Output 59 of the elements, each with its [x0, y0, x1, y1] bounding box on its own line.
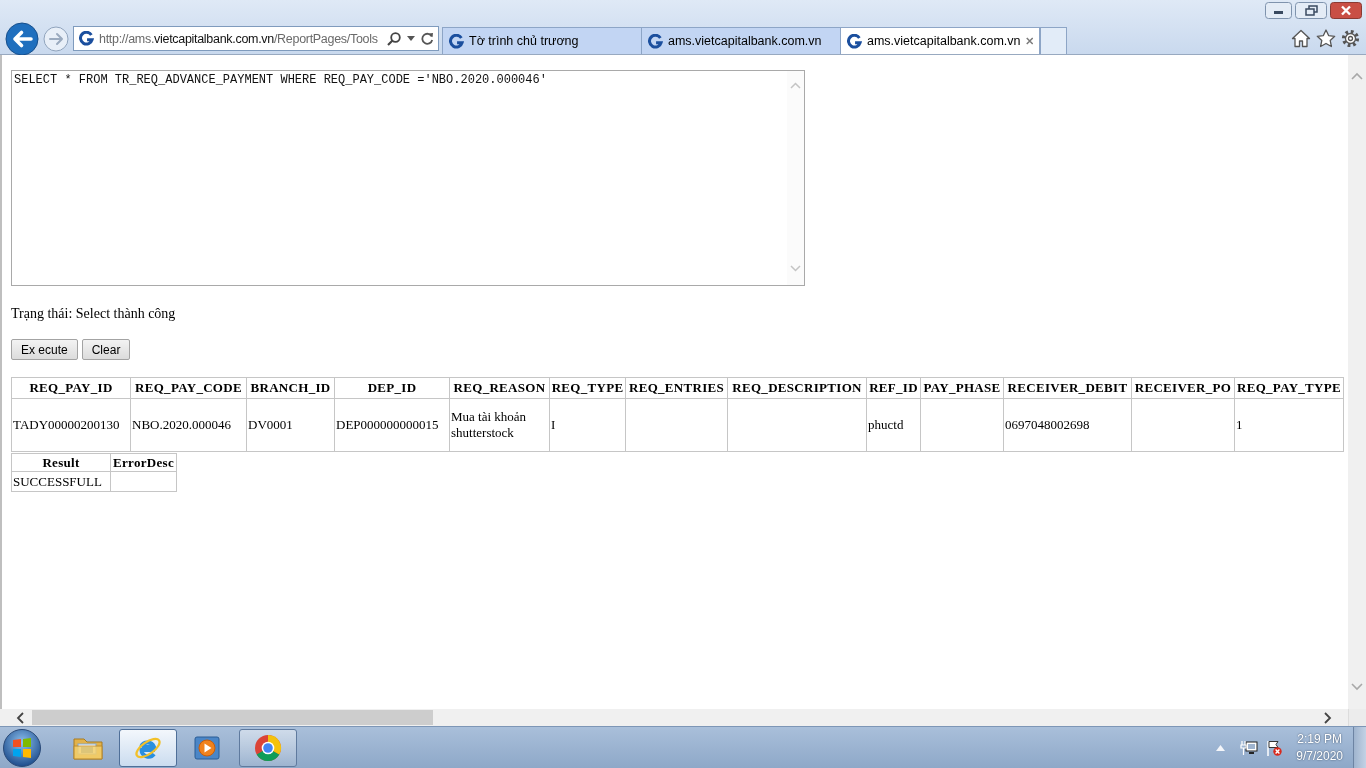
- restore-icon[interactable]: [1295, 2, 1327, 19]
- show-desktop-button[interactable]: [1353, 727, 1366, 768]
- g-logo-icon: [847, 33, 862, 49]
- network-icon[interactable]: [1240, 739, 1259, 756]
- g-logo-icon: [449, 33, 464, 49]
- close-icon[interactable]: [1330, 2, 1362, 19]
- minimize-icon[interactable]: [1265, 2, 1292, 19]
- table-cell: TADY00000200130: [13, 417, 120, 433]
- settings-gear-icon[interactable]: [1341, 29, 1360, 48]
- start-orb-icon[interactable]: [2, 727, 42, 768]
- column-header: REQ_REASON: [453, 380, 546, 396]
- address-field[interactable]: http://ams.vietcapitalbank.com.vn/ReportPages/Tools: [73, 26, 439, 51]
- play-icon[interactable]: [194, 733, 222, 762]
- table-cell: 1: [1236, 417, 1243, 433]
- execute-button[interactable]: Ex ecute: [11, 339, 78, 360]
- flag-error-icon[interactable]: [1266, 739, 1283, 756]
- browser-tab[interactable]: ams.vietcapitalbank.com.vn: [641, 27, 841, 54]
- taskbar-button[interactable]: [119, 728, 177, 767]
- table-cell: NBO.2020.000046: [132, 417, 231, 433]
- taskbar-button[interactable]: [239, 728, 297, 767]
- column-header: RECEIVER_DEBIT: [1007, 380, 1128, 396]
- ring-logo-icon: [253, 732, 283, 763]
- column-header: DEP_ID: [367, 380, 417, 396]
- table-cell: I: [551, 417, 556, 433]
- star-icon[interactable]: [1316, 29, 1336, 48]
- column-header: Result: [42, 454, 80, 471]
- column-header: ErrorDesc: [113, 454, 174, 471]
- column-header: REQ_PAY_TYPE: [1237, 380, 1341, 396]
- column-header: REQ_TYPE: [551, 380, 624, 396]
- column-header: REQ_DESCRIPTION: [732, 380, 862, 396]
- column-header: REQ_PAY_ID: [29, 380, 113, 396]
- column-header: BRANCH_ID: [250, 380, 331, 396]
- scrollbar-thumb[interactable]: [32, 710, 433, 725]
- table-cell: 0697048002698: [1005, 417, 1090, 433]
- horizontal-scrollbar[interactable]: [0, 709, 1348, 726]
- chevron-right-icon[interactable]: [1324, 711, 1332, 724]
- column-header: REF_ID: [869, 380, 918, 396]
- table-cell: DV0001: [248, 417, 293, 433]
- table-cell: SUCCESSFULL: [13, 473, 102, 490]
- chevron-left-icon[interactable]: [16, 711, 24, 724]
- column-header: PAY_PHASE: [923, 380, 1001, 396]
- g-logo-icon: [79, 31, 94, 46]
- refresh-icon[interactable]: [421, 32, 434, 45]
- browser-tab[interactable]: ams.vietcapitalbank.com.vn: [840, 27, 1040, 54]
- search-icon[interactable]: [387, 31, 401, 46]
- column-header: RECEIVER_PO: [1134, 380, 1232, 396]
- table-cell-text: Mua tài khoản shutterstock: [451, 409, 528, 441]
- table-cell: DEP000000000015: [336, 417, 439, 433]
- status-text: Trạng thái: Select thành công: [11, 306, 176, 322]
- caret-icon[interactable]: [407, 36, 415, 41]
- browser-tab[interactable]: Tờ trình chủ trương: [442, 27, 642, 54]
- table-cell: phuctd: [868, 417, 904, 433]
- g-logo-icon: [648, 33, 663, 49]
- column-header: REQ_PAY_CODE: [135, 380, 242, 396]
- scrollbar-corner: [1348, 709, 1366, 726]
- close-icon[interactable]: [1025, 36, 1033, 46]
- column-header: REQ_ENTRIES: [628, 380, 725, 396]
- clear-button[interactable]: Clear: [81, 339, 131, 360]
- home-icon[interactable]: [1291, 29, 1311, 48]
